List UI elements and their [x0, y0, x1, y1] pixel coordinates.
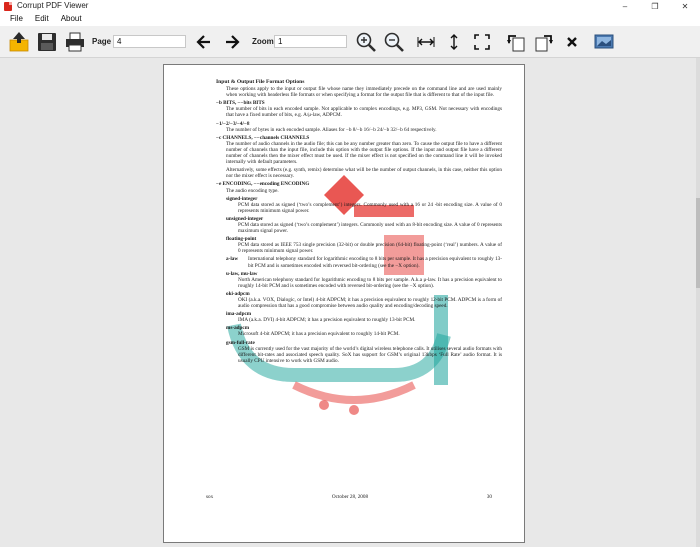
picture-icon: [594, 34, 614, 49]
image-view-button[interactable]: [592, 30, 616, 54]
rotate-left-button[interactable]: [504, 30, 528, 54]
vertical-scrollbar[interactable]: [696, 58, 700, 547]
save-button[interactable]: [35, 30, 59, 54]
zoom-input[interactable]: [274, 35, 347, 48]
footer-date: October 28, 2008: [331, 494, 369, 500]
zoom-out-button[interactable]: [382, 30, 406, 54]
section-title: Input & Output File Format Options: [216, 79, 305, 85]
maximize-button[interactable]: ❐: [640, 0, 670, 12]
arrow-right-icon: [226, 35, 240, 49]
encoding-desc: International telephony standard for log…: [248, 256, 502, 269]
footer-page-number: 30: [486, 494, 492, 500]
open-button[interactable]: [7, 30, 31, 54]
encoding-desc: IMA (a.k.a. DVI) 4-bit ADPCM; it has a p…: [238, 317, 416, 324]
encoding-desc: North American telephony standard for lo…: [238, 276, 502, 289]
intro-paragraph: These options apply to the input or outp…: [226, 86, 502, 99]
menu-bar: File Edit About: [0, 12, 700, 26]
zoom-in-button[interactable]: [354, 30, 378, 54]
encoding-desc: Microsoft 4-bit ADPCM; it has a precisio…: [238, 331, 400, 338]
page-footer: sox October 28, 2008 30: [206, 494, 492, 500]
encoding-desc: OKI (a.k.a. VOX, Dialogic, or Intel) 4-b…: [238, 297, 502, 310]
close-icon: [567, 37, 577, 47]
page-number-input[interactable]: [113, 35, 186, 48]
encoding-desc: GSM is currently used for the vast major…: [238, 345, 502, 364]
page-content: Input & Output File Format Options These…: [216, 79, 502, 366]
fit-page-button[interactable]: [470, 30, 494, 54]
printer-icon: [66, 32, 84, 52]
floppy-disk-icon: [38, 33, 56, 51]
toolbar: Page Zoom: [0, 26, 700, 58]
fit-page-icon: [474, 34, 490, 50]
rotate-right-button[interactable]: [532, 30, 556, 54]
menu-about[interactable]: About: [55, 12, 88, 26]
option-channels-desc: The number of audio channels in the audi…: [226, 140, 502, 166]
footer-left: sox: [206, 494, 214, 500]
title-bar: Corrupt PDF Viewer – ❐ ✕: [0, 0, 700, 12]
menu-edit[interactable]: Edit: [29, 12, 55, 26]
open-folder-icon: [9, 32, 29, 52]
close-button[interactable]: ✕: [670, 0, 700, 12]
menu-file[interactable]: File: [0, 12, 29, 26]
encoding-alaw: a-law International telephony standard f…: [216, 256, 502, 268]
pdf-app-icon: [4, 1, 12, 11]
pdf-page: Input & Output File Format Options These…: [163, 64, 525, 543]
option-bytes-desc: The number of bytes in each encoded samp…: [226, 126, 437, 133]
scrollbar-thumb[interactable]: [696, 198, 700, 288]
fit-height-icon: [450, 34, 458, 50]
print-button[interactable]: [63, 30, 87, 54]
window-controls: – ❐ ✕: [610, 0, 700, 12]
encoding-name: a-law: [226, 256, 239, 263]
previous-page-button[interactable]: [192, 30, 216, 54]
rotate-left-icon: [507, 35, 525, 52]
close-document-button[interactable]: [560, 30, 584, 54]
arrow-left-icon: [196, 35, 210, 49]
encoding-desc: PCM data stored as signed (‘two’s comple…: [238, 221, 502, 235]
encoding-desc: PCM data stored as signed (‘two’s comple…: [238, 201, 502, 214]
option-encoding-desc: The audio encoding type.: [226, 187, 279, 194]
encoding-desc: PCM data stored as IEEE 753 single preci…: [238, 242, 502, 255]
minimize-button[interactable]: –: [610, 0, 640, 12]
window-title: Corrupt PDF Viewer: [17, 1, 89, 10]
next-page-button[interactable]: [220, 30, 244, 54]
zoom-out-icon: [384, 32, 404, 52]
zoom-label: Zoom: [252, 37, 274, 46]
fit-height-button[interactable]: [442, 30, 466, 54]
fit-width-button[interactable]: [414, 30, 438, 54]
app-window: Corrupt PDF Viewer – ❐ ✕ File Edit About: [0, 0, 700, 547]
zoom-in-icon: [356, 32, 376, 52]
fit-width-icon: [417, 37, 435, 47]
rotate-right-icon: [535, 35, 553, 52]
option-channels-desc-2: Alternatively, some effects (e.g. synth,…: [226, 167, 502, 180]
page-label: Page: [92, 37, 112, 46]
option-bits-desc: The number of bits in each encoded sampl…: [226, 106, 502, 119]
